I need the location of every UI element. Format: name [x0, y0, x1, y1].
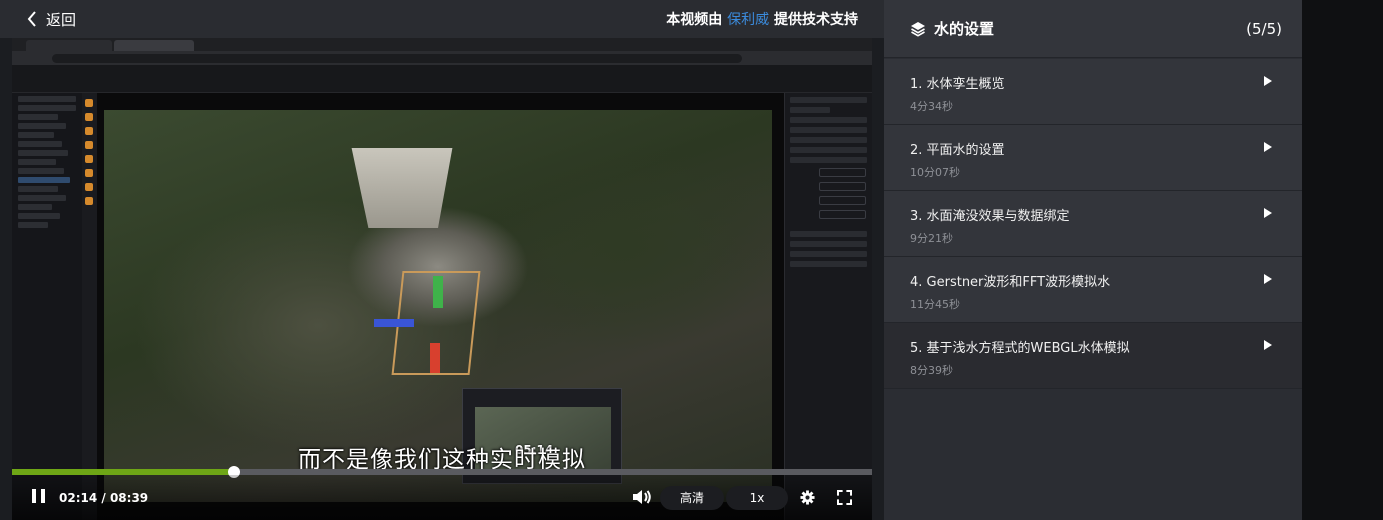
pause-button[interactable]: [32, 489, 46, 505]
play-triangle-icon[interactable]: [1264, 340, 1272, 350]
video-panel: 返回 本视频由 保利威 提供技术支持 05:14 而不是像我们这种实时模拟 02…: [0, 0, 884, 520]
recorded-gizmo-z: [430, 343, 440, 373]
playlist-item[interactable]: 2. 平面水的设置 10分07秒: [884, 125, 1302, 191]
playlist-items: 1. 水体孪生概览 4分34秒 2. 平面水的设置 10分07秒 3. 水面淹没…: [884, 59, 1302, 389]
quality-selector[interactable]: 高清: [660, 486, 724, 510]
playlist-item[interactable]: 4. Gerstner波形和FFT波形模拟水 11分45秒: [884, 257, 1302, 323]
sponsor-prefix: 本视频由: [666, 12, 723, 28]
playlist-item-duration: 9分21秒: [910, 232, 953, 245]
playlist-item-title: 2. 平面水的设置: [910, 143, 1005, 158]
volume-icon[interactable]: [632, 489, 652, 505]
recorded-tab: [114, 40, 194, 51]
back-chevron-icon: [27, 11, 36, 27]
playlist-item-current[interactable]: 5. 基于浅水方程式的WEBGL水体模拟 8分39秒: [884, 323, 1302, 389]
playlist-title-text: 水的设置: [934, 20, 995, 38]
playlist-item-duration: 8分39秒: [910, 364, 953, 377]
back-label: 返回: [46, 10, 77, 29]
playlist-panel: 水的设置 (5/5) 1. 水体孪生概览 4分34秒 2. 平面水的设置 10分…: [884, 0, 1302, 520]
gear-icon[interactable]: [800, 490, 815, 505]
playlist-empty-area: [884, 389, 1302, 520]
top-bar: 返回 本视频由 保利威 提供技术支持: [0, 0, 884, 38]
sponsor-text: 本视频由 保利威 提供技术支持: [666, 9, 858, 29]
play-triangle-icon[interactable]: [1264, 142, 1272, 152]
play-triangle-icon[interactable]: [1264, 274, 1272, 284]
duration: 08:39: [109, 491, 149, 505]
app-root: 返回 本视频由 保利威 提供技术支持 05:14 而不是像我们这种实时模拟 02…: [0, 0, 1383, 520]
playlist-item-title: 4. Gerstner波形和FFT波形模拟水: [910, 275, 1111, 290]
player-controls: 02:14 / 08:39 高清 1x: [12, 475, 872, 520]
recorded-address-bar: [12, 51, 872, 65]
fullscreen-icon[interactable]: [837, 490, 852, 505]
playlist-header: 水的设置 (5/5): [884, 0, 1302, 58]
sponsor-suffix: 提供技术支持: [774, 12, 858, 28]
playlist-item-duration: 4分34秒: [910, 100, 953, 113]
recorded-gizmo-x: [374, 319, 414, 327]
recorded-browser-tabbar: [12, 38, 872, 51]
layers-icon: [911, 21, 925, 37]
play-triangle-icon[interactable]: [1264, 76, 1272, 86]
pause-icon: [32, 489, 36, 503]
recorded-app-toolbar: [12, 65, 872, 93]
recorded-tab: [26, 40, 112, 51]
playlist-item-duration: 10分07秒: [910, 166, 960, 179]
playlist-item-title: 5. 基于浅水方程式的WEBGL水体模拟: [910, 341, 1130, 356]
pause-icon: [41, 489, 45, 503]
playlist-item-duration: 11分45秒: [910, 298, 960, 311]
playlist-item[interactable]: 1. 水体孪生概览 4分34秒: [884, 59, 1302, 125]
recorded-gizmo-y: [433, 276, 443, 308]
speed-selector[interactable]: 1x: [726, 486, 788, 510]
time-separator: /: [97, 491, 110, 505]
current-time: 02:14: [59, 491, 98, 505]
page-margin: [1302, 0, 1383, 520]
playlist-item-title: 3. 水面淹没效果与数据绑定: [910, 209, 1070, 224]
sponsor-link[interactable]: 保利威: [727, 12, 769, 28]
playlist-count: (5/5): [1246, 19, 1282, 38]
back-button[interactable]: 返回: [26, 9, 76, 30]
time-display: 02:14 / 08:39: [59, 491, 148, 505]
playlist-item-title: 1. 水体孪生概览: [910, 77, 1005, 92]
playlist-title: 水的设置: [910, 18, 1246, 39]
play-triangle-icon[interactable]: [1264, 208, 1272, 218]
playlist-item[interactable]: 3. 水面淹没效果与数据绑定 9分21秒: [884, 191, 1302, 257]
